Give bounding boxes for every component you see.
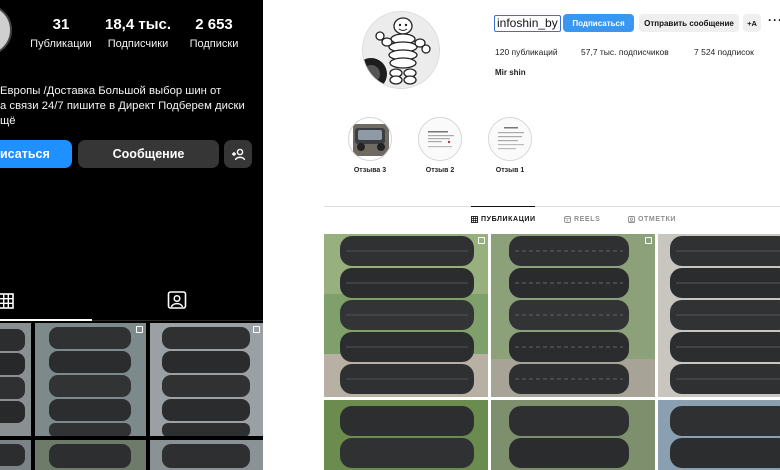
mobile-follow-button[interactable]: исаться	[0, 140, 72, 168]
multi-post-icon	[478, 237, 485, 244]
tab-label: ПУБЛИКАЦИИ	[481, 216, 536, 223]
bio-line: Европы /Доставка Большой выбор шин от	[0, 85, 222, 97]
post-thumbnail[interactable]	[35, 323, 146, 436]
post-thumbnail[interactable]	[150, 323, 263, 436]
active-tab-indicator	[0, 319, 92, 321]
bio-line: щё	[0, 115, 16, 127]
mobile-add-person-button[interactable]	[224, 140, 252, 168]
highlight-label: Отзыва 3	[353, 167, 387, 174]
post-thumbnail[interactable]	[324, 234, 488, 397]
mobile-message-button[interactable]: Сообщение	[78, 140, 219, 168]
highlight-review-2[interactable]: Отзыв 2	[417, 117, 463, 174]
screenshot-collage: 31 Публикации 18,4 тыс. Подписчики 2 653…	[0, 0, 780, 470]
tabs-divider	[324, 206, 780, 207]
stat-label: Подписчики	[107, 38, 169, 50]
tab-posts[interactable]: ПУБЛИКАЦИИ	[471, 216, 536, 223]
stat-value: 31	[52, 16, 70, 33]
post-thumbnail[interactable]	[658, 234, 780, 397]
profile-avatar[interactable]	[362, 11, 440, 89]
mobile-bio: Европы /Доставка Большой выбор шин от а …	[0, 84, 262, 129]
mobile-stat-following[interactable]: 2 653 Подписки	[184, 16, 244, 50]
stat-value: 18,4 тыс.	[104, 16, 172, 33]
highlight-thumbnail	[418, 117, 462, 161]
highlight-review-3[interactable]: Отзыва 3	[347, 117, 393, 174]
bio-line: а связи 24/7 пишите в Директ Подберем ди…	[0, 100, 245, 112]
mobile-stat-posts[interactable]: 31 Публикации	[28, 16, 94, 50]
tab-reels[interactable]: REELS	[564, 216, 600, 223]
reels-icon	[564, 216, 571, 223]
tab-tagged[interactable]: ОТМЕТКИ	[628, 216, 676, 223]
tab-label: ОТМЕТКИ	[638, 216, 677, 223]
post-thumbnail[interactable]	[0, 440, 31, 470]
more-options-icon[interactable]: ···	[768, 14, 780, 26]
post-thumbnail[interactable]	[658, 400, 780, 470]
highlight-review-1[interactable]: Отзыв 1	[487, 117, 533, 174]
mobile-profile: 31 Публикации 18,4 тыс. Подписчики 2 653…	[0, 0, 263, 470]
desktop-profile: infoshin_by Подписаться Отправить сообще…	[263, 0, 780, 470]
following-count[interactable]: 7 524 подписок	[694, 47, 754, 57]
stat-label: Публикации	[30, 38, 92, 50]
profile-username[interactable]: infoshin_by	[494, 15, 561, 32]
active-tab-indicator	[471, 206, 535, 207]
highlight-label: Отзыв 2	[425, 167, 455, 174]
stat-value: 2 653	[195, 16, 233, 33]
highlight-label: Отзыв 1	[495, 167, 525, 174]
tab-label: REELS	[574, 216, 601, 223]
multi-post-icon	[253, 326, 260, 333]
multi-post-icon	[645, 237, 652, 244]
mobile-avatar[interactable]	[0, 4, 12, 56]
display-name: Mir shin	[495, 68, 526, 77]
tagged-icon[interactable]	[167, 290, 187, 310]
send-message-button[interactable]: Отправить сообщение	[639, 14, 739, 32]
suggest-accounts-button[interactable]: +A	[743, 14, 761, 32]
tag-icon	[628, 216, 635, 223]
michelin-man-logo	[363, 12, 439, 88]
grid-icon[interactable]	[0, 293, 14, 309]
post-thumbnail[interactable]	[324, 400, 488, 470]
followers-count[interactable]: 57,7 тыс. подписчиков	[581, 47, 669, 57]
grid-icon	[471, 216, 478, 223]
stat-label: Подписки	[189, 38, 239, 50]
multi-post-icon	[136, 326, 143, 333]
post-thumbnail[interactable]	[491, 234, 655, 397]
post-thumbnail[interactable]	[0, 323, 31, 436]
post-thumbnail[interactable]	[35, 440, 146, 470]
highlight-thumbnail	[348, 117, 392, 161]
post-thumbnail[interactable]	[491, 400, 655, 470]
posts-count: 120 публикаций	[495, 47, 558, 57]
mobile-tabs	[0, 285, 263, 321]
highlight-thumbnail	[488, 117, 532, 161]
post-thumbnail[interactable]	[150, 440, 263, 470]
mobile-stat-followers[interactable]: 18,4 тыс. Подписчики	[103, 16, 173, 50]
follow-button[interactable]: Подписаться	[563, 14, 634, 32]
person-add-icon	[231, 148, 245, 160]
